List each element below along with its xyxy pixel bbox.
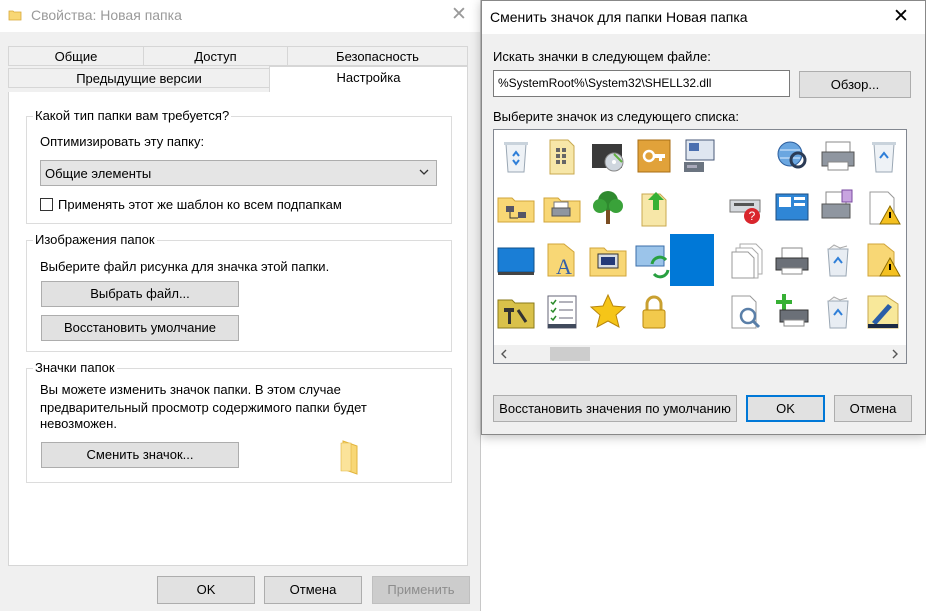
browse-button[interactable]: Обзор...	[799, 71, 911, 98]
restore-defaults-button[interactable]: Восстановить значения по умолчанию	[493, 395, 737, 422]
folder-icons-description-line-1: Вы можете изменить значок папки. В этом …	[40, 382, 341, 397]
optimize-label: Оптимизировать эту папку:	[40, 134, 205, 149]
printer-icon[interactable]	[818, 136, 858, 176]
folder-tools-icon[interactable]	[496, 292, 536, 332]
scroll-left-icon[interactable]	[499, 348, 509, 363]
network-error-icon[interactable]: ?	[726, 188, 766, 228]
apply-button[interactable]: Применить	[372, 576, 470, 604]
printer-gray-icon[interactable]	[772, 240, 812, 280]
folder-warning-icon[interactable]	[864, 240, 904, 280]
document-search-icon[interactable]	[726, 292, 766, 332]
printer-add-icon[interactable]	[772, 292, 812, 332]
dialog-title: Сменить значок для папки Новая папка	[490, 9, 748, 25]
ok-button[interactable]: OK	[157, 576, 255, 604]
folder-preview-icon	[337, 439, 365, 478]
folder-pictures-description: Выберите файл рисунка для значка этой па…	[40, 259, 330, 274]
file-path-input[interactable]: %SystemRoot%\System32\SHELL32.dll	[493, 70, 790, 97]
cancel-button[interactable]: Отмена	[264, 576, 362, 604]
tab-general[interactable]: Общие	[8, 46, 144, 66]
folder-printer-icon[interactable]	[542, 188, 582, 228]
folder-type-group: Какой тип папки вам требуется? Оптимизир…	[26, 108, 452, 224]
empty-icon-slot[interactable]	[680, 292, 720, 332]
svg-text:?: ?	[749, 209, 756, 223]
choose-file-button[interactable]: Выбрать файл...	[41, 281, 239, 307]
window-title: Свойства: Новая папка	[31, 7, 182, 23]
tab-security[interactable]: Безопасность	[287, 46, 468, 66]
printer-document-icon[interactable]	[818, 188, 858, 228]
restore-default-button[interactable]: Восстановить умолчание	[41, 315, 239, 341]
scroll-right-icon[interactable]	[890, 348, 900, 363]
sync-icon[interactable]	[634, 240, 674, 280]
close-icon[interactable]: ✕	[448, 4, 470, 26]
apply-template-label: Применять этот же шаблон ко всем подпапк…	[58, 197, 342, 212]
selected-icon[interactable]	[670, 234, 714, 286]
folder-network-icon[interactable]	[496, 188, 536, 228]
tab-customize[interactable]: Настройка	[269, 66, 468, 93]
optimize-value: Общие элементы	[45, 166, 152, 181]
properties-window: Свойства: Новая папка ✕ Общие Доступ Без…	[0, 0, 481, 611]
search-globe-icon[interactable]	[772, 136, 812, 176]
document-grid-icon[interactable]	[542, 136, 582, 176]
folder-icons-group-title: Значки папок	[33, 360, 117, 375]
control-panel-icon[interactable]	[772, 188, 812, 228]
document-warning-icon[interactable]	[864, 188, 904, 228]
documents-stack-icon[interactable]	[726, 240, 766, 280]
horizontal-scrollbar[interactable]	[494, 345, 906, 363]
dvd-drive-icon[interactable]	[588, 136, 628, 176]
change-icon-button[interactable]: Сменить значок...	[41, 442, 239, 468]
dialog-cancel-button[interactable]: Отмена	[834, 395, 912, 422]
folder-font-icon[interactable]: A	[542, 240, 582, 280]
icon-list[interactable]: ? A	[493, 129, 907, 364]
scroll-thumb[interactable]	[550, 347, 590, 361]
folder-pen-icon[interactable]	[864, 292, 904, 332]
folder-icons-description-line-3: невозможен.	[40, 416, 117, 431]
computer-window-icon[interactable]	[680, 136, 720, 176]
apply-template-checkbox[interactable]	[40, 198, 53, 211]
star-icon[interactable]	[588, 292, 628, 332]
chevron-down-icon	[418, 166, 430, 181]
customize-panel: Какой тип папки вам требуется? Оптимизир…	[8, 92, 468, 566]
key-icon[interactable]	[634, 136, 674, 176]
recycle-bin-full-icon[interactable]	[818, 240, 858, 280]
folder-icon	[8, 8, 22, 22]
tree-icon[interactable]	[588, 188, 628, 228]
monitor-blue-icon[interactable]	[496, 240, 536, 280]
tab-previous-versions[interactable]: Предыдущие версии	[8, 68, 270, 88]
folder-icons-group: Значки папок Вы можете изменить значок п…	[26, 360, 452, 483]
search-file-label: Искать значки в следующем файле:	[493, 49, 711, 64]
checklist-icon[interactable]	[542, 292, 582, 332]
icon-list-label: Выберите значок из следующего списка:	[493, 109, 739, 124]
folder-icons-description-line-2: предварительный просмотр содержимого пап…	[40, 400, 367, 415]
folder-computer-icon[interactable]	[588, 240, 628, 280]
recycle-bin-empty-icon[interactable]	[496, 136, 536, 176]
svg-text:A: A	[556, 254, 572, 279]
folder-pictures-group: Изображения папок Выберите файл рисунка …	[26, 232, 452, 352]
folder-pictures-group-title: Изображения папок	[33, 232, 157, 247]
lock-icon[interactable]	[634, 292, 674, 332]
upload-document-icon[interactable]	[634, 188, 674, 228]
empty-icon-slot[interactable]	[680, 188, 720, 228]
tab-sharing[interactable]: Доступ	[143, 46, 288, 66]
empty-icon-slot[interactable]	[726, 136, 766, 176]
properties-titlebar: Свойства: Новая папка ✕	[0, 0, 480, 32]
recycle-bin-icon[interactable]	[864, 136, 904, 176]
recycle-bin-full-icon[interactable]	[818, 292, 858, 332]
change-icon-titlebar: Сменить значок для папки Новая папка ✕	[482, 1, 925, 34]
folder-type-group-title: Какой тип папки вам требуется?	[33, 108, 232, 123]
optimize-select[interactable]: Общие элементы	[40, 160, 437, 186]
change-icon-dialog: Сменить значок для папки Новая папка ✕ И…	[481, 0, 926, 435]
close-icon[interactable]: ✕	[890, 6, 912, 28]
dialog-ok-button[interactable]: OK	[746, 395, 825, 422]
